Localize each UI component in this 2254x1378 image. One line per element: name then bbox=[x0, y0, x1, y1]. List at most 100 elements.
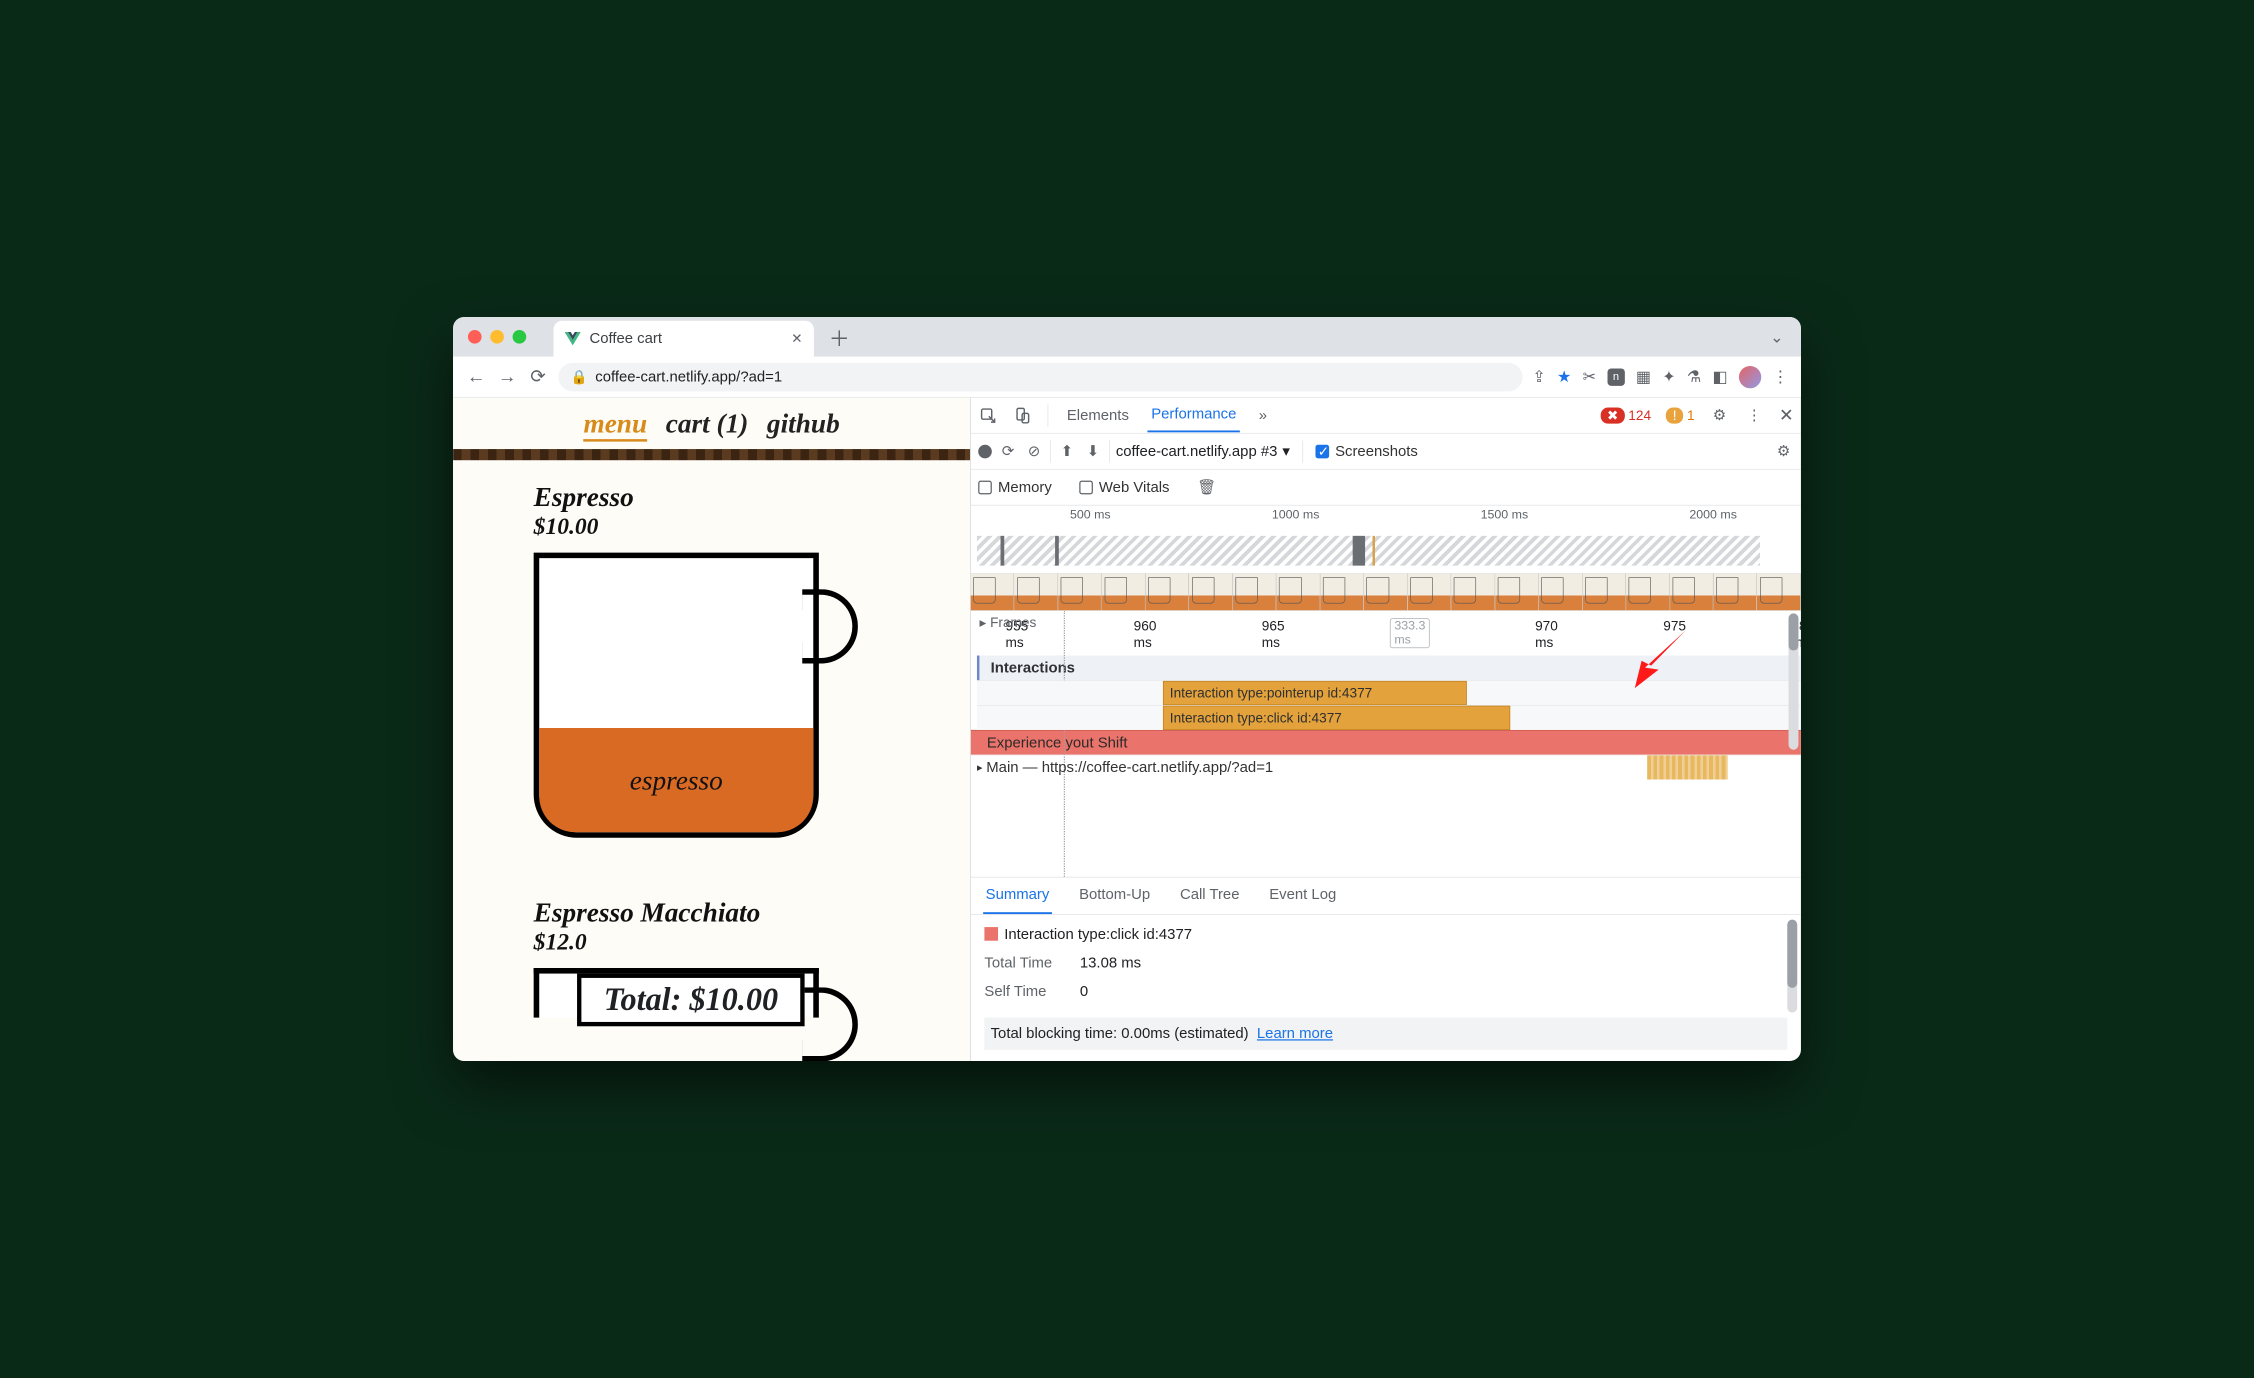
tab-call-tree[interactable]: Call Tree bbox=[1177, 877, 1242, 914]
tab-more[interactable]: » bbox=[1255, 399, 1271, 431]
tab-title: Coffee cart bbox=[589, 330, 782, 347]
content-split: menu cart (1) github Espresso $10.00 esp… bbox=[453, 398, 1801, 1061]
settings-gear-icon[interactable]: ⚙ bbox=[1710, 405, 1730, 425]
perf-toolbar-2: Memory Web Vitals 🗑 bbox=[971, 470, 1801, 506]
chevron-down-icon: ▾ bbox=[1282, 442, 1289, 460]
interaction-bar-click[interactable]: Interaction type:click id:4377 bbox=[1163, 706, 1510, 730]
url-text: coffee-cart.netlify.app/?ad=1 bbox=[595, 368, 782, 385]
screenshots-checkbox[interactable] bbox=[1315, 444, 1329, 458]
cup-fill-label: espresso bbox=[539, 728, 813, 832]
window-controls bbox=[468, 330, 526, 344]
browser-tab[interactable]: Coffee cart ✕ bbox=[554, 321, 814, 357]
recording-select[interactable]: coffee-cart.netlify.app #3 ▾ bbox=[1116, 442, 1290, 460]
close-window-button[interactable] bbox=[468, 330, 482, 344]
forward-button[interactable]: → bbox=[496, 366, 517, 387]
toolbar-actions: ⇪ ★ ✂ n ▦ ✦ ⚗ ◧ ⋮ bbox=[1532, 366, 1788, 388]
nav-cart[interactable]: cart (1) bbox=[666, 408, 749, 442]
chrome-menu-icon[interactable]: ⋮ bbox=[1772, 367, 1788, 386]
product-name: Espresso Macchiato bbox=[534, 897, 819, 929]
tab-elements[interactable]: Elements bbox=[1063, 399, 1132, 431]
tab-performance[interactable]: Performance bbox=[1147, 398, 1240, 432]
tab-close-icon[interactable]: ✕ bbox=[791, 331, 802, 347]
overview-ticks: 500 ms 1000 ms 1500 ms 2000 ms bbox=[971, 505, 1801, 522]
tabs-menu-icon[interactable]: ⌄ bbox=[1770, 327, 1784, 346]
devtools-tab-bar: Elements Performance » ✖124 !1 ⚙ ⋮ ✕ bbox=[971, 398, 1801, 434]
flame-scrollbar[interactable] bbox=[1789, 613, 1799, 749]
nav-menu[interactable]: menu bbox=[583, 408, 647, 442]
summary-panel: Interaction type:click id:4377 Total Tim… bbox=[971, 915, 1801, 1061]
decor-divider bbox=[453, 449, 970, 460]
tab-bottom-up[interactable]: Bottom-Up bbox=[1077, 877, 1153, 914]
vue-icon bbox=[565, 332, 581, 346]
reload-button[interactable]: ⟳ bbox=[527, 366, 548, 388]
new-tab-button[interactable]: ＋ bbox=[829, 322, 850, 352]
learn-more-link[interactable]: Learn more bbox=[1257, 1025, 1333, 1042]
minimize-window-button[interactable] bbox=[490, 330, 504, 344]
main-thread-track[interactable]: ▸ Main — https://coffee-cart.netlify.app… bbox=[971, 755, 1801, 780]
clear-icon[interactable]: ⊘ bbox=[1024, 441, 1044, 461]
experience-track[interactable]: Experience yout Shift bbox=[971, 730, 1801, 755]
error-count[interactable]: ✖124 bbox=[1601, 407, 1651, 423]
tab-summary[interactable]: Summary bbox=[983, 877, 1052, 914]
product-price: $10.00 bbox=[534, 513, 970, 540]
webvitals-label: Web Vitals bbox=[1099, 479, 1170, 496]
save-profile-icon[interactable]: ⬇ bbox=[1083, 441, 1103, 461]
color-swatch-icon bbox=[984, 927, 998, 941]
annotation-arrow-icon bbox=[1621, 623, 1689, 691]
side-panel-icon[interactable]: ◧ bbox=[1713, 367, 1728, 386]
memory-label: Memory bbox=[998, 479, 1052, 496]
cup-graphic[interactable]: espresso bbox=[534, 553, 819, 838]
extension-grid-icon[interactable]: ▦ bbox=[1636, 367, 1651, 386]
screenshot-filmstrip[interactable] bbox=[971, 574, 1801, 611]
record-button[interactable] bbox=[978, 444, 992, 458]
back-button[interactable]: ← bbox=[465, 366, 486, 387]
labs-flask-icon[interactable]: ⚗ bbox=[1687, 367, 1701, 386]
tbt-footer: Total blocking time: 0.00ms (estimated) … bbox=[984, 1018, 1787, 1050]
scissors-icon[interactable]: ✂ bbox=[1583, 367, 1597, 386]
warning-count[interactable]: !1 bbox=[1666, 407, 1695, 423]
devtools-close-icon[interactable]: ✕ bbox=[1779, 405, 1794, 425]
lock-icon: 🔒 bbox=[571, 369, 588, 385]
detail-tabs: Summary Bottom-Up Call Tree Event Log bbox=[971, 877, 1801, 915]
timeline-overview[interactable]: 500 ms 1000 ms 1500 ms 2000 ms CPU NET bbox=[971, 505, 1801, 573]
cart-total[interactable]: Total: $10.00 bbox=[577, 974, 805, 1027]
load-profile-icon[interactable]: ⬆ bbox=[1057, 441, 1077, 461]
main-flame-preview bbox=[1647, 755, 1728, 779]
site-nav: menu cart (1) github bbox=[453, 398, 970, 449]
memory-checkbox[interactable] bbox=[978, 480, 992, 494]
page-viewport: menu cart (1) github Espresso $10.00 esp… bbox=[453, 398, 971, 1061]
tab-event-log[interactable]: Event Log bbox=[1267, 877, 1339, 914]
interaction-bar-pointerup[interactable]: Interaction type:pointerup id:4377 bbox=[1163, 681, 1467, 705]
devtools-menu-icon[interactable]: ⋮ bbox=[1744, 405, 1764, 425]
address-bar[interactable]: 🔒 coffee-cart.netlify.app/?ad=1 bbox=[558, 363, 1522, 392]
profile-avatar[interactable] bbox=[1739, 366, 1761, 388]
nav-github[interactable]: github bbox=[767, 408, 840, 442]
screenshots-label: Screenshots bbox=[1335, 443, 1418, 460]
devtools-panel: Elements Performance » ✖124 !1 ⚙ ⋮ ✕ ⟳ ⊘… bbox=[971, 398, 1801, 1061]
time-cursor bbox=[1064, 611, 1065, 877]
browser-window: Coffee cart ✕ ＋ ⌄ ← → ⟳ 🔒 coffee-cart.ne… bbox=[453, 317, 1801, 1061]
cup-handle bbox=[802, 987, 858, 1061]
share-icon[interactable]: ⇪ bbox=[1532, 367, 1546, 386]
perf-toolbar: ⟳ ⊘ ⬆ ⬇ coffee-cart.netlify.app #3 ▾ Scr… bbox=[971, 434, 1801, 470]
trash-icon[interactable]: 🗑 bbox=[1197, 477, 1217, 497]
reload-record-icon[interactable]: ⟳ bbox=[998, 441, 1018, 461]
bookmark-star-icon[interactable]: ★ bbox=[1557, 367, 1571, 386]
maximize-window-button[interactable] bbox=[513, 330, 527, 344]
product-price: $12.0 bbox=[534, 928, 819, 955]
inspect-icon[interactable] bbox=[978, 405, 998, 425]
perf-settings-gear-icon[interactable]: ⚙ bbox=[1774, 441, 1794, 461]
product-espresso: Espresso $10.00 espresso bbox=[453, 460, 970, 838]
flame-chart[interactable]: ▸ Frames 955 ms 960 ms 965 ms 333.3 ms 9… bbox=[971, 611, 1801, 877]
product-name: Espresso bbox=[534, 481, 970, 513]
summary-title: Interaction type:click id:4377 bbox=[984, 926, 1787, 943]
expand-icon[interactable]: ▸ bbox=[977, 761, 983, 774]
toolbar: ← → ⟳ 🔒 coffee-cart.netlify.app/?ad=1 ⇪ … bbox=[453, 357, 1801, 398]
extensions-puzzle-icon[interactable]: ✦ bbox=[1662, 367, 1676, 386]
device-toggle-icon[interactable] bbox=[1013, 405, 1033, 425]
frames-track-label: ▸ Frames bbox=[979, 615, 1036, 631]
summary-scrollbar[interactable] bbox=[1787, 920, 1797, 1013]
extension-n-icon[interactable]: n bbox=[1607, 368, 1624, 385]
webvitals-checkbox[interactable] bbox=[1079, 480, 1093, 494]
cup-handle bbox=[802, 589, 858, 663]
